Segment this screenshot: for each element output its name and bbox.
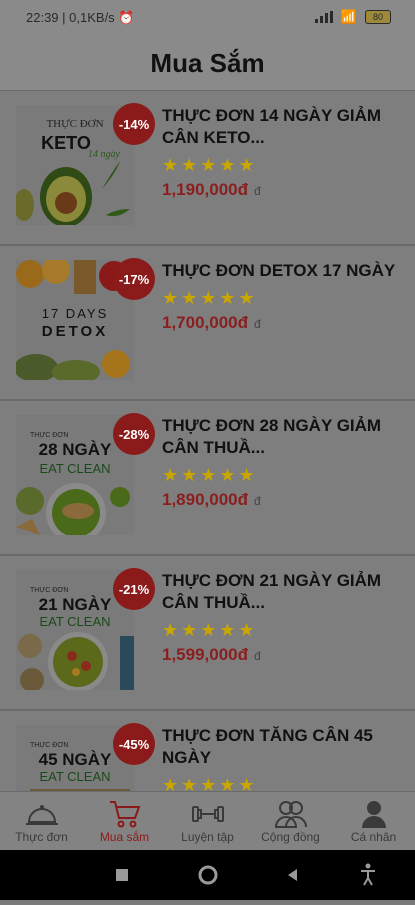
battery-icon: 80 bbox=[365, 10, 391, 24]
tab-luyen-tap[interactable]: Luyện tập bbox=[166, 792, 249, 851]
discount-badge: -45% bbox=[113, 723, 155, 765]
product-price: 1,190,000đ đ bbox=[162, 180, 261, 199]
discount-badge: -17% bbox=[113, 258, 155, 300]
cart-icon bbox=[108, 798, 142, 830]
svg-text:14 ngày: 14 ngày bbox=[88, 149, 121, 160]
rating-stars: ★★★★★ bbox=[162, 155, 258, 175]
tab-label: Cá nhân bbox=[350, 830, 397, 844]
svg-text:21 NGÀY: 21 NGÀY bbox=[39, 595, 112, 614]
product-info: THỰC ĐƠN 14 NGÀY GIẢM CÂN KETO... ★★★★★ … bbox=[162, 105, 402, 200]
tab-label: Cộng đồng bbox=[261, 830, 320, 844]
svg-text:EAT CLEAN: EAT CLEAN bbox=[39, 769, 110, 784]
product-item[interactable]: 17 DAYS DETOX -17% THỰC ĐƠN DETOX 17 NGÀ… bbox=[0, 246, 415, 401]
svg-text:EAT CLEAN: EAT CLEAN bbox=[39, 614, 110, 629]
cloche-icon bbox=[25, 798, 59, 830]
discount-badge: -21% bbox=[113, 568, 155, 610]
product-info: THỰC ĐƠN 28 NGÀY GIẢM CÂN THUẦ... ★★★★★ … bbox=[162, 415, 402, 510]
signal-icon bbox=[314, 11, 333, 23]
back-button[interactable] bbox=[288, 869, 297, 881]
product-title: THỰC ĐƠN DETOX 17 NGÀY bbox=[162, 261, 396, 280]
tab-label: Luyện tập bbox=[181, 830, 234, 844]
page-header: Mua Sắm bbox=[0, 36, 415, 91]
product-price: 1,599,000đ đ bbox=[162, 645, 261, 664]
tab-thuc-don[interactable]: Thực đơn bbox=[0, 792, 83, 851]
svg-text:45 NGÀY: 45 NGÀY bbox=[39, 750, 112, 769]
bottom-tab-bar: Thực đơn Mua sắm Luyện tập Cộng đồng Cá … bbox=[0, 791, 415, 851]
product-item[interactable]: THỰC ĐƠN KETO 14 ngày -14% THỰC ĐƠN 14 N… bbox=[0, 91, 415, 246]
product-list[interactable]: THỰC ĐƠN KETO 14 ngày -14% THỰC ĐƠN 14 N… bbox=[0, 91, 415, 791]
status-time: 22:39 | 0,1KB/s ⏰ bbox=[26, 10, 135, 25]
product-title: THỰC ĐƠN 14 NGÀY GIẢM CÂN KETO... bbox=[162, 106, 382, 147]
product-title: THỰC ĐƠN TĂNG CÂN 45 NGÀY bbox=[162, 726, 373, 767]
svg-text:KETO: KETO bbox=[41, 133, 91, 153]
accessibility-icon[interactable] bbox=[361, 863, 375, 886]
tab-label: Mua sắm bbox=[99, 830, 150, 844]
community-icon bbox=[274, 798, 308, 830]
product-title: THỰC ĐƠN 28 NGÀY GIẢM CÂN THUẦ... bbox=[162, 416, 382, 457]
product-price: 1,890,000đ đ bbox=[162, 490, 261, 509]
product-item[interactable]: THỰC ĐƠN 21 NGÀY EAT CLEAN -21% THỰC ĐƠN… bbox=[0, 556, 415, 711]
svg-text:THỰC ĐƠN: THỰC ĐƠN bbox=[30, 587, 68, 594]
svg-text:THỰC ĐƠN: THỰC ĐƠN bbox=[30, 432, 68, 439]
rating-stars: ★★★★★ bbox=[162, 288, 258, 308]
product-info: THỰC ĐƠN 21 NGÀY GIẢM CÂN THUẦ... ★★★★★ … bbox=[162, 570, 402, 665]
system-nav-bar bbox=[0, 850, 415, 900]
person-icon bbox=[359, 798, 389, 830]
page-title: Mua Sắm bbox=[150, 47, 265, 78]
svg-text:THỰC ĐƠN: THỰC ĐƠN bbox=[46, 118, 103, 130]
product-title: THỰC ĐƠN 21 NGÀY GIẢM CÂN THUẦ... bbox=[162, 571, 382, 612]
svg-text:THỰC ĐƠN: THỰC ĐƠN bbox=[30, 742, 68, 749]
product-price: 1,700,000đ đ bbox=[162, 313, 261, 332]
tab-ca-nhan[interactable]: Cá nhân bbox=[332, 792, 415, 851]
rating-stars: ★★★★★ bbox=[162, 465, 258, 485]
status-bar: 22:39 | 0,1KB/s ⏰ 📶 80 bbox=[0, 0, 415, 36]
svg-text:28 NGÀY: 28 NGÀY bbox=[39, 440, 112, 459]
svg-text:DETOX: DETOX bbox=[42, 323, 108, 340]
tab-cong-dong[interactable]: Cộng đồng bbox=[249, 792, 332, 851]
rating-stars: ★★★★★ bbox=[162, 620, 258, 640]
wifi-icon: 📶 bbox=[340, 9, 357, 24]
recents-button[interactable] bbox=[116, 869, 128, 881]
svg-text:EAT CLEAN: EAT CLEAN bbox=[39, 461, 110, 476]
tab-label: Thực đơn bbox=[15, 830, 68, 844]
dumbbell-icon bbox=[191, 798, 225, 830]
status-icons: 📶 80 bbox=[314, 9, 391, 25]
home-button[interactable] bbox=[198, 865, 218, 885]
discount-badge: -14% bbox=[113, 103, 155, 145]
product-item[interactable]: THỰC ĐƠN 45 NGÀY EAT CLEAN -45% THỰC ĐƠN… bbox=[0, 711, 415, 791]
product-info: THỰC ĐƠN TĂNG CÂN 45 NGÀY ★★★★★ bbox=[162, 725, 402, 791]
tab-mua-sam[interactable]: Mua sắm bbox=[83, 792, 166, 851]
svg-text:17 DAYS: 17 DAYS bbox=[42, 306, 109, 321]
product-item[interactable]: THỰC ĐƠN 28 NGÀY EAT CLEAN -28% THỰC ĐƠN… bbox=[0, 401, 415, 556]
discount-badge: -28% bbox=[113, 413, 155, 455]
rating-stars: ★★★★★ bbox=[162, 775, 258, 791]
product-info: THỰC ĐƠN DETOX 17 NGÀY ★★★★★ 1,700,000đ đ bbox=[162, 260, 402, 333]
